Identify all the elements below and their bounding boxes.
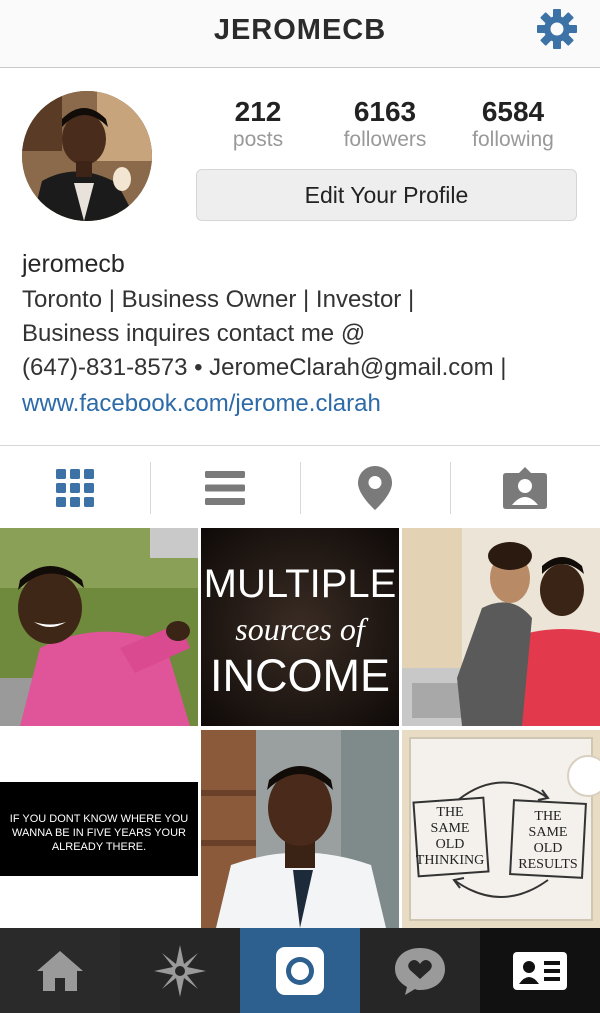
posts-count-label: posts [232, 128, 284, 151]
location-pin-icon [358, 466, 392, 510]
profile-icon [513, 951, 567, 990]
nav-profile[interactable] [480, 928, 600, 1013]
quote-text: IF YOU DONT KNOW WHERE YOU WANNA BE IN F… [9, 813, 189, 853]
bio-website-link[interactable]: www.facebook.com/jerome.clarah [22, 390, 381, 418]
post-thumbnail-5[interactable] [201, 730, 399, 928]
post-quote-graphic: MULTIPLE sources of INCOME [201, 528, 399, 726]
tab-map-view[interactable] [300, 450, 450, 526]
post-thumbnail-2[interactable]: MULTIPLE sources of INCOME [201, 528, 399, 726]
edit-profile-button[interactable]: Edit Your Profile [196, 169, 577, 221]
tab-tagged-photos[interactable] [450, 450, 600, 526]
following-count[interactable]: 6584 following [443, 96, 583, 152]
post-photo [402, 528, 600, 726]
bio-line-3: (647)-831-8573 • JeromeClarah@gmail.com … [22, 354, 507, 381]
post-photo [0, 528, 198, 726]
gear-icon[interactable] [534, 6, 580, 52]
post-thumbnail-4[interactable]: IF YOU DONT KNOW WHERE YOU WANNA BE IN F… [0, 730, 198, 928]
followers-count-value: 6163 [353, 96, 417, 127]
list-icon [205, 471, 245, 505]
sketch-right-line-1: THE [534, 809, 561, 824]
nav-camera[interactable] [240, 928, 360, 1013]
bio-line-1: Toronto | Business Owner | Investor | [22, 286, 415, 313]
top-bar: JEROMECB [0, 0, 600, 68]
post-thumbnail-6[interactable]: THE SAME OLD THINKING THE SAME OLD RESUL… [402, 730, 600, 928]
quote-line-3: INCOME [210, 650, 390, 701]
bio-line-2: Business inquires contact me @ [22, 320, 366, 347]
nav-activity[interactable] [360, 928, 480, 1013]
home-icon [37, 950, 83, 991]
bottom-tab-bar [0, 928, 600, 1013]
post-thumbnail-3[interactable] [402, 528, 600, 726]
profile-name: jeromecb [22, 250, 125, 278]
profile-username-title: JEROMECB [213, 14, 387, 46]
sketch-right-line-3: OLD [534, 841, 563, 856]
post-sketch-graphic: THE SAME OLD THINKING THE SAME OLD RESUL… [402, 730, 600, 928]
posts-count-value: 212 [234, 96, 282, 127]
sketch-left-line-3: OLD [436, 837, 465, 852]
tagged-person-icon [503, 467, 547, 509]
sketch-left-line-4: THINKING [416, 853, 484, 868]
quote-line-1: MULTIPLE [204, 562, 397, 606]
camera-icon [276, 946, 324, 995]
tab-grid-view[interactable] [0, 450, 150, 526]
sketch-right-line-4: RESULTS [518, 857, 577, 872]
avatar[interactable] [22, 91, 152, 221]
quote-line-2: sources of [235, 611, 369, 647]
nav-explore[interactable] [120, 928, 240, 1013]
sketch-right-line-2: SAME [529, 825, 568, 840]
post-quote-graphic: IF YOU DONT KNOW WHERE YOU WANNA BE IN F… [0, 782, 198, 876]
explore-icon [154, 944, 206, 997]
nav-home[interactable] [0, 928, 120, 1013]
post-thumbnail-1[interactable] [0, 528, 198, 726]
post-photo [201, 730, 399, 928]
sketch-left-line-2: SAME [431, 821, 470, 836]
divider [0, 445, 600, 446]
tab-list-view[interactable] [150, 450, 300, 526]
followers-count-label: followers [343, 128, 427, 151]
following-count-label: following [472, 128, 554, 151]
avatar-photo [22, 91, 152, 221]
followers-count[interactable]: 6163 followers [315, 96, 455, 152]
posts-count[interactable]: 212 posts [188, 96, 328, 152]
following-count-value: 6584 [481, 96, 545, 127]
grid-icon [56, 469, 94, 507]
sketch-left-line-1: THE [436, 805, 463, 820]
activity-icon [395, 947, 445, 995]
